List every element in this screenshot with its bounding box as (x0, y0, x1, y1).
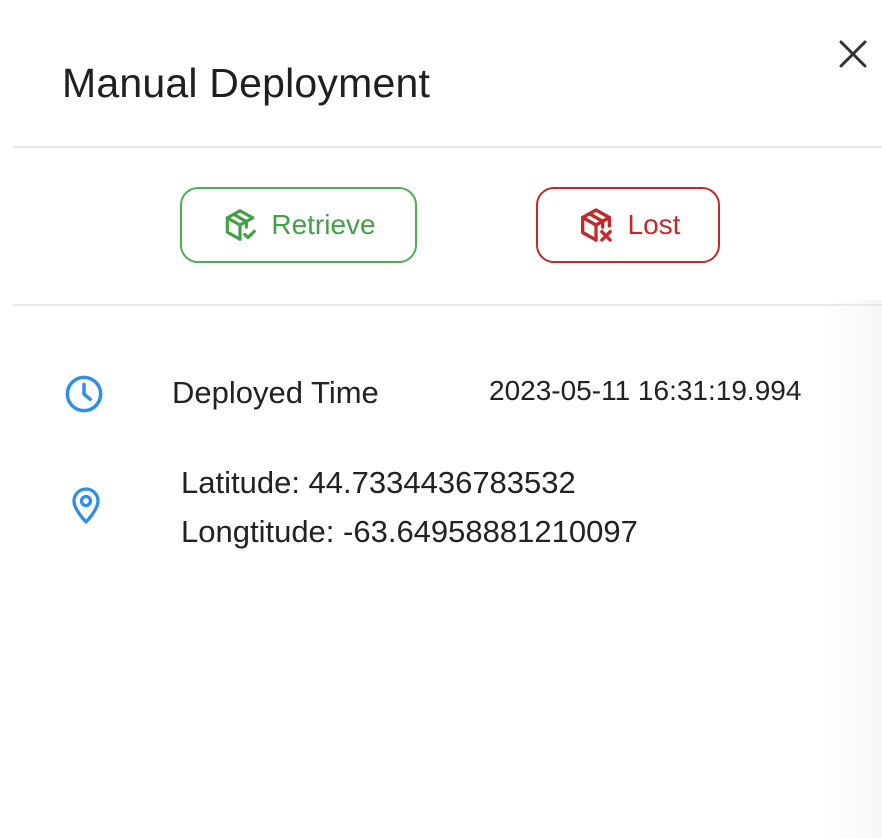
manual-deployment-dialog: Manual Deployment Retrieve Lost Deployed… (0, 0, 882, 838)
edge-shadow (826, 300, 882, 838)
clock-icon (62, 372, 106, 416)
deployed-time-label: Deployed Time (172, 375, 379, 410)
lost-button[interactable]: Lost (536, 187, 720, 263)
latitude-text: Latitude: 44.7334436783532 (181, 465, 576, 500)
retrieve-label: Retrieve (271, 209, 376, 240)
header-divider (13, 146, 882, 148)
map-pin-icon (66, 482, 106, 526)
close-icon[interactable] (838, 39, 868, 69)
dialog-title: Manual Deployment (62, 60, 431, 106)
actions-divider (13, 304, 882, 306)
package-x-icon (580, 208, 612, 242)
close-button[interactable] (832, 33, 874, 75)
package-check-icon (226, 209, 257, 241)
retrieve-button[interactable]: Retrieve (180, 187, 417, 263)
lost-label: Lost (627, 209, 681, 240)
deployed-time-value: 2023-05-11 16:31:19.994 (489, 375, 802, 406)
longitude-text: Longtitude: -63.64958881210097 (181, 514, 638, 549)
